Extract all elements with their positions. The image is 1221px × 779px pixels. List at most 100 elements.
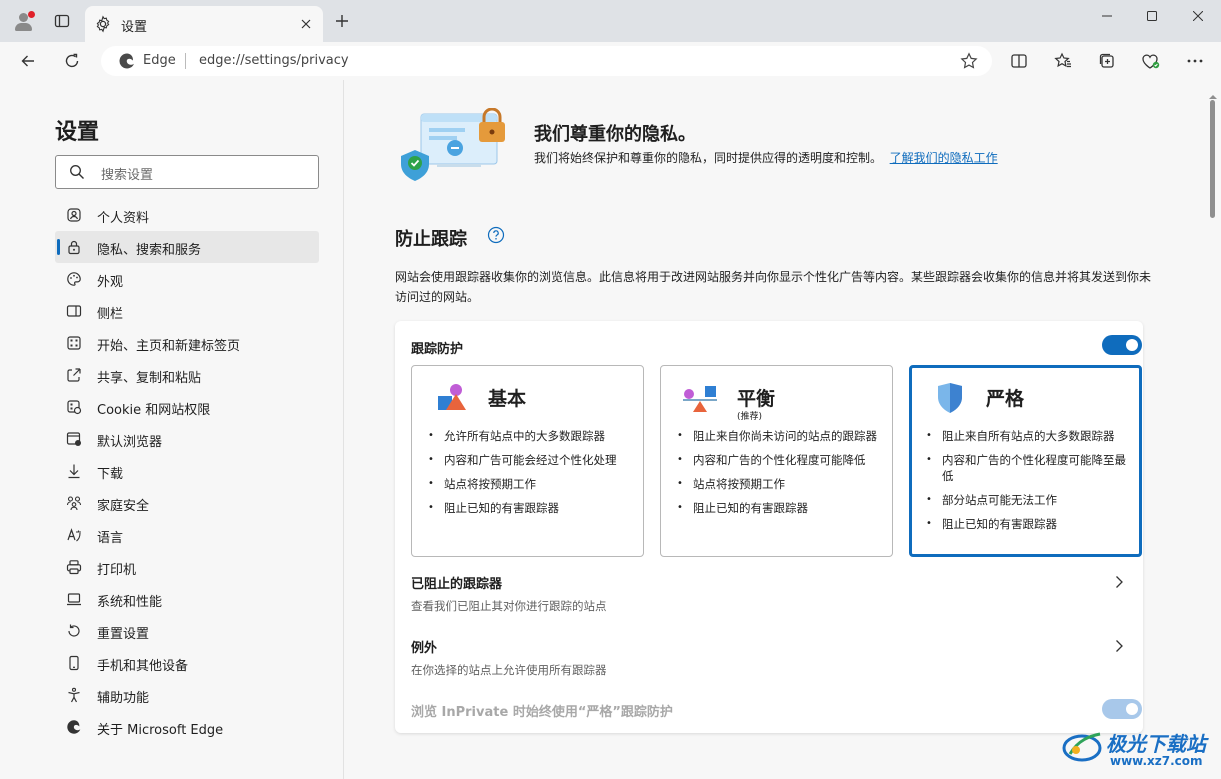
favorites-icon[interactable] [1050,48,1076,74]
shapes-icon [432,382,470,414]
profile-icon [66,207,82,223]
privacy-illustration [399,107,517,188]
bullet: 站点将按预期工作 [426,476,631,492]
title-bar: 设置 [0,0,1221,42]
reset-icon [66,623,82,639]
sidebar-item-label: 隐私、搜索和服务 [97,243,202,258]
star-icon[interactable] [960,52,978,70]
site-name: Edge [143,53,176,68]
tab-actions-icon[interactable] [50,9,74,33]
sidebar-item-start-home[interactable]: 开始、主页和新建标签页 [55,327,319,359]
recommended-label: (推荐) [737,412,763,422]
browser-essentials-icon[interactable] [1138,48,1164,74]
maximize-icon[interactable] [1129,0,1175,32]
section-title: 防止跟踪 [395,229,467,250]
sidebar-item-default-browser[interactable]: 默认浏览器 [55,423,319,455]
sidebar-item-accessibility[interactable]: 辅助功能 [55,679,319,711]
help-icon[interactable] [487,226,505,244]
sidebar-item-label: 个人资料 [97,211,150,226]
search-input[interactable]: 搜索设置 [55,155,319,189]
bullet: 部分站点可能无法工作 [924,492,1129,508]
scroll-up-icon[interactable] [1209,86,1217,99]
edge-icon [66,719,82,735]
option-basic[interactable]: 基本 允许所有站点中的大多数跟踪器 内容和广告可能会经过个性化处理 站点将按预期… [411,365,644,557]
section-description: 网站会使用跟踪器收集你的浏览信息。此信息将用于改进网站服务并向你显示个性化广告等… [395,270,1152,304]
more-options-icon[interactable] [1182,48,1208,74]
browser-icon [66,431,82,447]
close-window-icon[interactable] [1175,0,1221,32]
sidebar-item-cookies[interactable]: Cookie 和网站权限 [55,391,319,423]
laptop-icon [66,591,82,607]
family-icon [66,495,82,511]
sidebar-item-label: 打印机 [97,563,137,578]
inprivate-strict-toggle [1102,699,1142,719]
main-content: 我们尊重你的隐私。 我们将始终保护和尊重你的隐私，同时提供应得的透明度和控制。 … [345,80,1205,779]
sidebar-item-label: 侧栏 [97,307,124,322]
chevron-right-icon [1111,638,1127,654]
hero-title: 我们尊重你的隐私。 [534,124,696,145]
privacy-link[interactable]: 了解我们的隐私工作 [890,151,998,165]
option-title: 严格 [986,388,1025,410]
sidebar-item-label: Cookie 和网站权限 [97,403,211,418]
refresh-icon[interactable] [59,48,85,74]
sidebar-item-reset[interactable]: 重置设置 [55,615,319,647]
split-screen-icon[interactable] [1006,48,1032,74]
sidebar-item-about[interactable]: 关于 Microsoft Edge [55,711,319,743]
sidebar-item-share[interactable]: 共享、复制和粘贴 [55,359,319,391]
sidebar-item-downloads[interactable]: 下载 [55,455,319,487]
sidebar-item-label: 关于 Microsoft Edge [97,723,224,738]
tracking-prevention-toggle[interactable] [1102,335,1142,355]
accessibility-icon [66,687,82,703]
sidebar-item-label: 共享、复制和粘贴 [97,371,202,386]
toolbar: Edge edge://settings/privacy [0,42,1221,80]
sidebar-item-label: 开始、主页和新建标签页 [97,339,241,354]
sidebar-item-label: 重置设置 [97,627,150,642]
new-tab-icon[interactable] [330,9,354,33]
option-balanced[interactable]: 平衡 (推荐) 阻止来自你尚未访问的站点的跟踪器 内容和广告的个性化程度可能降低… [660,365,893,557]
divider [185,53,186,69]
address-bar[interactable]: Edge edge://settings/privacy [101,46,992,76]
scrollbar[interactable] [1205,80,1221,779]
bullet: 阻止已知的有害跟踪器 [924,516,1129,532]
gear-icon [94,15,112,33]
bullet: 内容和广告可能会经过个性化处理 [426,452,631,468]
close-tab-icon[interactable] [297,15,315,33]
back-icon[interactable] [15,48,41,74]
bullet: 阻止来自所有站点的大多数跟踪器 [924,428,1129,444]
sidebar-icon [66,303,82,319]
blocked-trackers-row[interactable]: 已阻止的跟踪器 查看我们已阻止其对你进行跟踪的站点 [411,573,1127,623]
sidebar-item-languages[interactable]: 语言 [55,519,319,551]
minimize-icon[interactable] [1084,0,1130,32]
printer-icon [66,559,82,575]
palette-icon [66,271,82,287]
hero-description: 我们将始终保护和尊重你的隐私，同时提供应得的透明度和控制。 了解我们的隐私工作 [534,148,1064,168]
sidebar-item-system[interactable]: 系统和性能 [55,583,319,615]
sidebar-item-family[interactable]: 家庭安全 [55,487,319,519]
url-text[interactable]: edge://settings/privacy [199,53,349,68]
collections-icon[interactable] [1094,48,1120,74]
bullet: 允许所有站点中的大多数跟踪器 [426,428,631,444]
option-strict[interactable]: 严格 阻止来自所有站点的大多数跟踪器 内容和广告的个性化程度可能降至最低 部分站… [909,365,1142,557]
sidebar-item-label: 下载 [97,467,124,482]
sidebar-item-appearance[interactable]: 外观 [55,263,319,295]
inprivate-strict-label: 浏览 InPrivate 时始终使用“严格”跟踪防护 [411,705,673,720]
home-grid-icon [66,335,82,351]
search-icon [69,164,85,180]
share-icon [66,367,82,383]
bullet: 站点将按预期工作 [675,476,880,492]
exceptions-row[interactable]: 例外 在你选择的站点上允许使用所有跟踪器 [411,637,1127,687]
tab-settings[interactable]: 设置 [85,6,323,42]
profile-icon[interactable] [12,9,36,33]
sidebar-item-sidebar[interactable]: 侧栏 [55,295,319,327]
watermark-logo-icon [1060,726,1104,766]
sidebar-item-printers[interactable]: 打印机 [55,551,319,583]
scroll-thumb[interactable] [1210,100,1215,218]
bullet: 内容和广告的个性化程度可能降低 [675,452,880,468]
chevron-right-icon [1111,574,1127,590]
sidebar-item-profile[interactable]: 个人资料 [55,199,319,231]
edge-icon [118,52,136,70]
sidebar-item-phone[interactable]: 手机和其他设备 [55,647,319,679]
shield-icon [930,382,968,414]
sidebar-item-privacy[interactable]: 隐私、搜索和服务 [55,231,319,263]
hero-description-text: 我们将始终保护和尊重你的隐私，同时提供应得的透明度和控制。 [534,151,883,165]
